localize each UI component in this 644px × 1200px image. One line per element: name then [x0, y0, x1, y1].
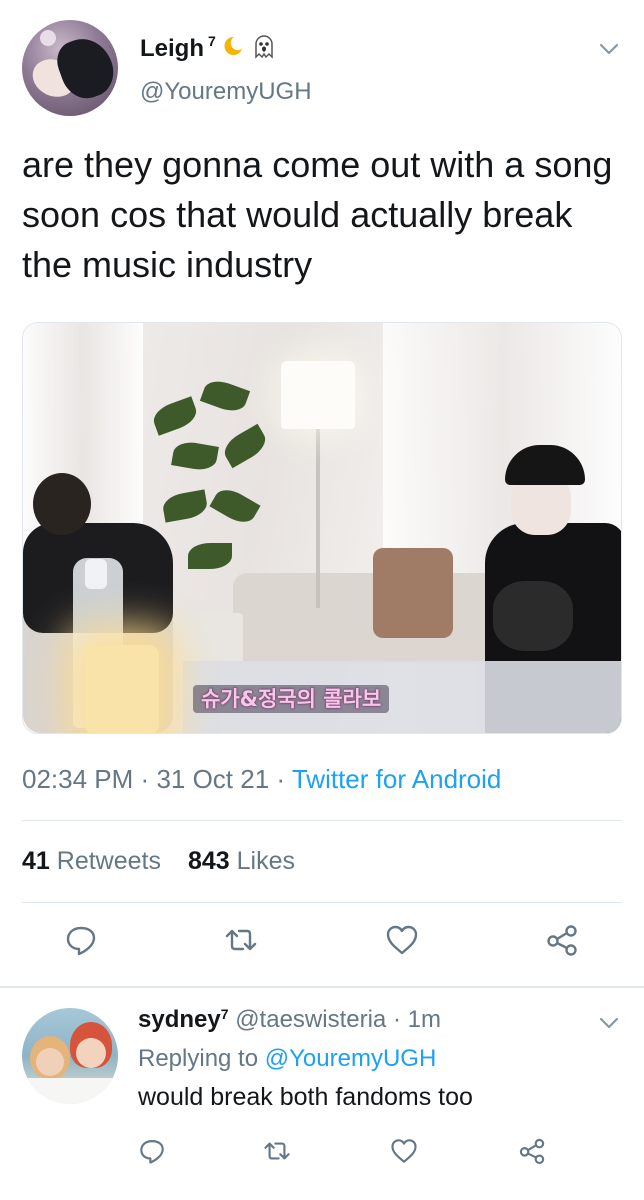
like-icon[interactable]	[385, 923, 421, 959]
reply-age: 1m	[407, 1006, 441, 1033]
retweets-stat[interactable]: 41 Retweets	[22, 847, 161, 875]
share-icon[interactable]	[545, 923, 581, 959]
likes-stat[interactable]: 843 Likes	[188, 847, 295, 875]
reply-icon[interactable]	[138, 1137, 168, 1167]
crescent-moon-icon	[220, 34, 244, 64]
author-name-row[interactable]: Leigh 7	[140, 33, 276, 65]
reply-header: sydney7 @taeswisteria · 1m	[138, 1006, 441, 1033]
reply-name-superscript: 7	[220, 1006, 229, 1022]
replying-to-mention[interactable]: @YouremyUGH	[265, 1045, 437, 1072]
display-name[interactable]: Leigh	[140, 35, 204, 63]
handle[interactable]: @YouremyUGH	[140, 78, 312, 106]
share-icon[interactable]	[518, 1137, 548, 1167]
tweet-separator	[0, 986, 644, 988]
tweet-media-image[interactable]: 슈가&정국의 콜라보	[22, 322, 622, 734]
chevron-down-icon[interactable]	[598, 1012, 620, 1034]
tweet-time: 02:34 PM	[22, 764, 134, 794]
name-superscript: 7	[208, 33, 216, 49]
reply-icon[interactable]	[64, 923, 100, 959]
reply-actions	[0, 1137, 644, 1173]
tweet-stats: 41 Retweets 843 Likes	[22, 847, 295, 876]
reply-text: would break both fandoms too	[138, 1083, 473, 1111]
retweet-icon[interactable]	[224, 923, 260, 959]
reply-handle[interactable]: @taeswisteria	[235, 1006, 386, 1033]
tweet-actions	[0, 923, 644, 963]
replying-to: Replying to @YouremyUGH	[138, 1045, 437, 1072]
tweet-source-link[interactable]: Twitter for Android	[292, 764, 502, 794]
divider	[22, 820, 622, 821]
reply-display-name[interactable]: sydney	[138, 1006, 221, 1033]
ghost-icon	[252, 33, 276, 65]
avatar[interactable]	[22, 20, 118, 116]
divider	[22, 902, 622, 903]
tweet-meta: 02:34 PM · 31 Oct 21 · Twitter for Andro…	[22, 764, 502, 794]
media-caption: 슈가&정국의 콜라보	[193, 685, 390, 713]
tweet-date: 31 Oct 21	[156, 764, 270, 794]
like-icon[interactable]	[390, 1137, 420, 1167]
retweet-icon[interactable]	[262, 1137, 292, 1167]
tweet-text: are they gonna come out with a song soon…	[22, 144, 613, 285]
reply-avatar[interactable]	[22, 1008, 118, 1104]
chevron-down-icon[interactable]	[598, 38, 620, 60]
